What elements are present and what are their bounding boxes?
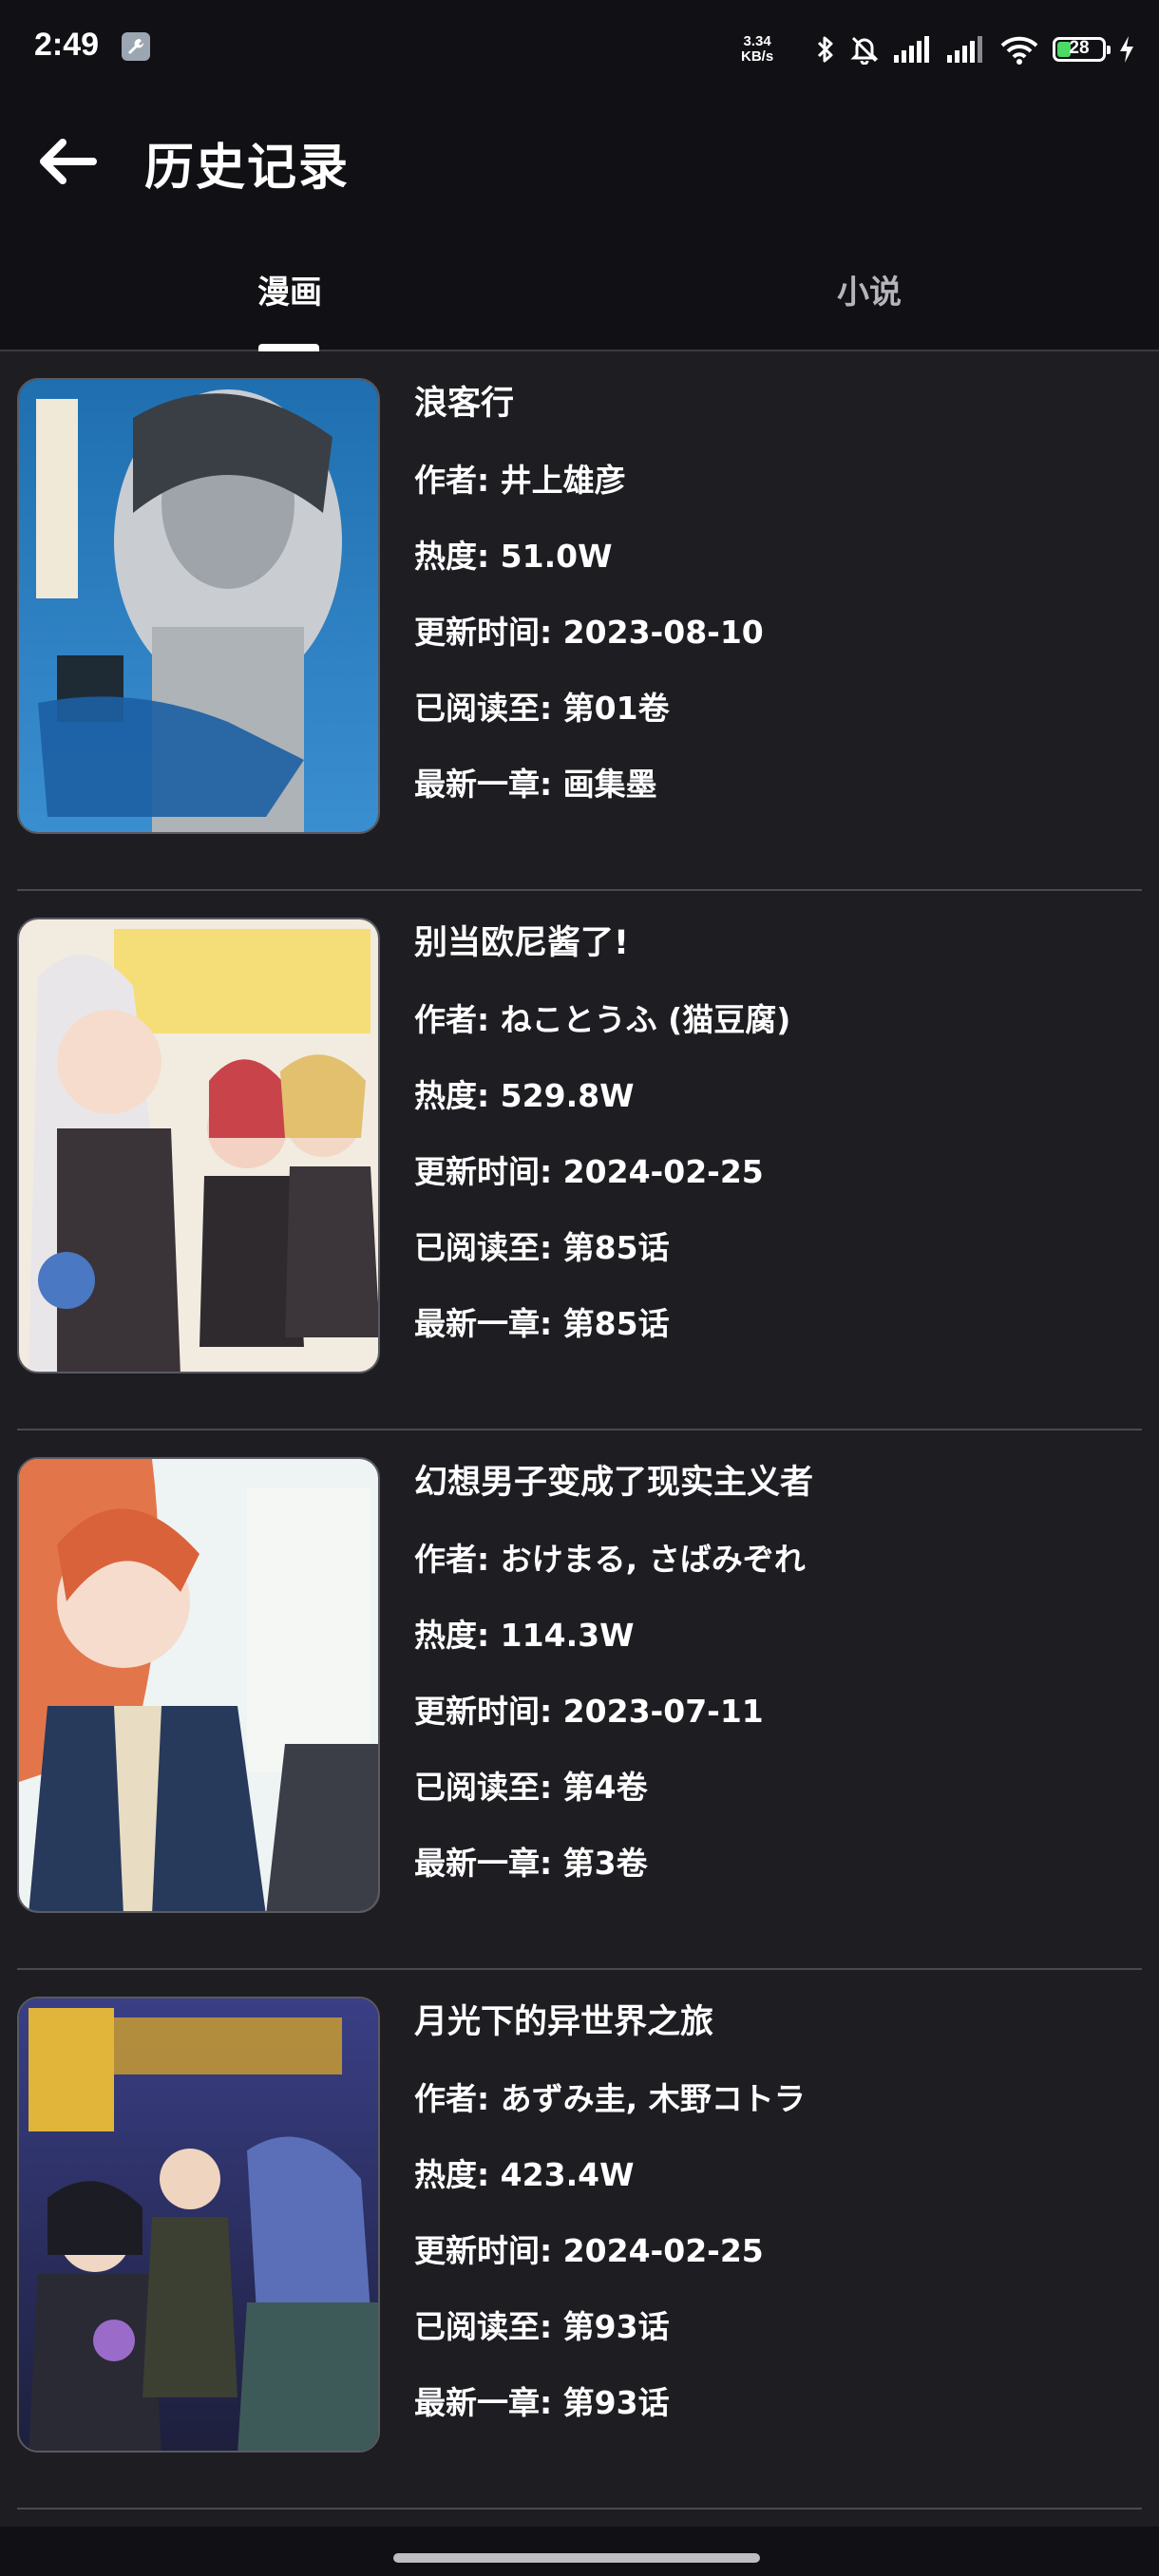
item-author: 作者: 井上雄彦 [414,462,626,499]
item-updated: 更新时间: 2024-02-25 [414,2232,764,2269]
item-read-progress: 已阅读至: 第93话 [414,2308,670,2345]
item-author: 作者: ねことうふ (猫豆腐) [414,1001,791,1038]
item-popularity: 热度: 423.4W [414,2156,635,2193]
network-speed-value: 3.34 [743,33,771,49]
network-speed: 3.34 KB/s [741,34,773,65]
wifi-icon [1000,36,1038,65]
cover-image [17,1997,380,2453]
home-indicator[interactable] [393,2553,760,2563]
item-title: 幻想男子变成了现实主义者 [414,1464,814,1502]
bell-off-icon [850,36,879,65]
item-updated: 更新时间: 2024-02-25 [414,1153,764,1190]
item-updated: 更新时间: 2023-08-10 [414,614,764,651]
cover-image [17,378,380,834]
status-time: 2:49 [34,27,100,63]
history-item[interactable]: 月光下的异世界之旅 作者: あずみ圭, 木野コトラ 热度: 423.4W 更新时… [0,1970,1159,2510]
battery-level: 28 [1069,38,1090,58]
item-updated: 更新时间: 2023-07-11 [414,1693,764,1730]
divider [17,2508,1142,2510]
navigation-bar [0,2527,1159,2576]
status-icons: 28 [815,32,1134,66]
tab-manga[interactable]: 漫画 [0,228,580,350]
item-latest-chapter: 最新一章: 画集墨 [414,766,657,803]
item-author: 作者: あずみ圭, 木野コトラ [414,2080,806,2117]
item-title: 别当欧尼酱了! [414,924,629,962]
battery-icon: 28 [1053,37,1111,62]
wrench-app-icon [122,32,150,61]
item-read-progress: 已阅读至: 第4卷 [414,1769,648,1806]
item-info: 别当欧尼酱了! 作者: ねことうふ (猫豆腐) 热度: 529.8W 更新时间:… [414,918,1136,1362]
item-popularity: 热度: 51.0W [414,538,613,575]
cover-image [17,1457,380,1913]
history-item[interactable]: 浪客行 作者: 井上雄彦 热度: 51.0W 更新时间: 2023-08-10 … [0,351,1159,891]
tab-indicator [258,344,319,351]
arrow-left-icon [40,139,97,184]
item-info: 浪客行 作者: 井上雄彦 热度: 51.0W 更新时间: 2023-08-10 … [414,378,1136,823]
item-author: 作者: おけまる, さばみぞれ [414,1541,806,1578]
item-latest-chapter: 最新一章: 第93话 [414,2384,670,2421]
cover-image [17,918,380,1373]
item-latest-chapter: 最新一章: 第85话 [414,1305,670,1342]
tab-bar: 漫画 小说 [0,228,1159,351]
item-read-progress: 已阅读至: 第01卷 [414,690,670,727]
status-bar: 2:49 3.34 KB/s 28 [0,0,1159,95]
network-speed-unit: KB/s [741,48,774,65]
signal-icon [947,36,982,63]
item-title: 浪客行 [414,385,515,423]
history-item[interactable]: 幻想男子变成了现实主义者 作者: おけまる, さばみぞれ 热度: 114.3W … [0,1430,1159,1970]
item-title: 月光下的异世界之旅 [414,2003,714,2041]
item-read-progress: 已阅读至: 第85话 [414,1229,670,1266]
item-popularity: 热度: 529.8W [414,1077,635,1114]
bluetooth-icon [817,36,833,63]
signal-icon [894,36,929,63]
charging-bolt-icon [1120,36,1133,63]
item-info: 月光下的异世界之旅 作者: あずみ圭, 木野コトラ 热度: 423.4W 更新时… [414,1997,1136,2441]
history-list: 浪客行 作者: 井上雄彦 热度: 51.0W 更新时间: 2023-08-10 … [0,351,1159,2527]
back-button[interactable] [28,123,104,199]
item-popularity: 热度: 114.3W [414,1617,635,1654]
app-bar: 历史记录 [0,95,1159,228]
item-latest-chapter: 最新一章: 第3卷 [414,1845,648,1882]
page-title: 历史记录 [144,140,351,197]
history-item[interactable]: 别当欧尼酱了! 作者: ねことうふ (猫豆腐) 热度: 529.8W 更新时间:… [0,891,1159,1430]
item-info: 幻想男子变成了现实主义者 作者: おけまる, さばみぞれ 热度: 114.3W … [414,1457,1136,1902]
tab-novel[interactable]: 小说 [580,228,1159,350]
